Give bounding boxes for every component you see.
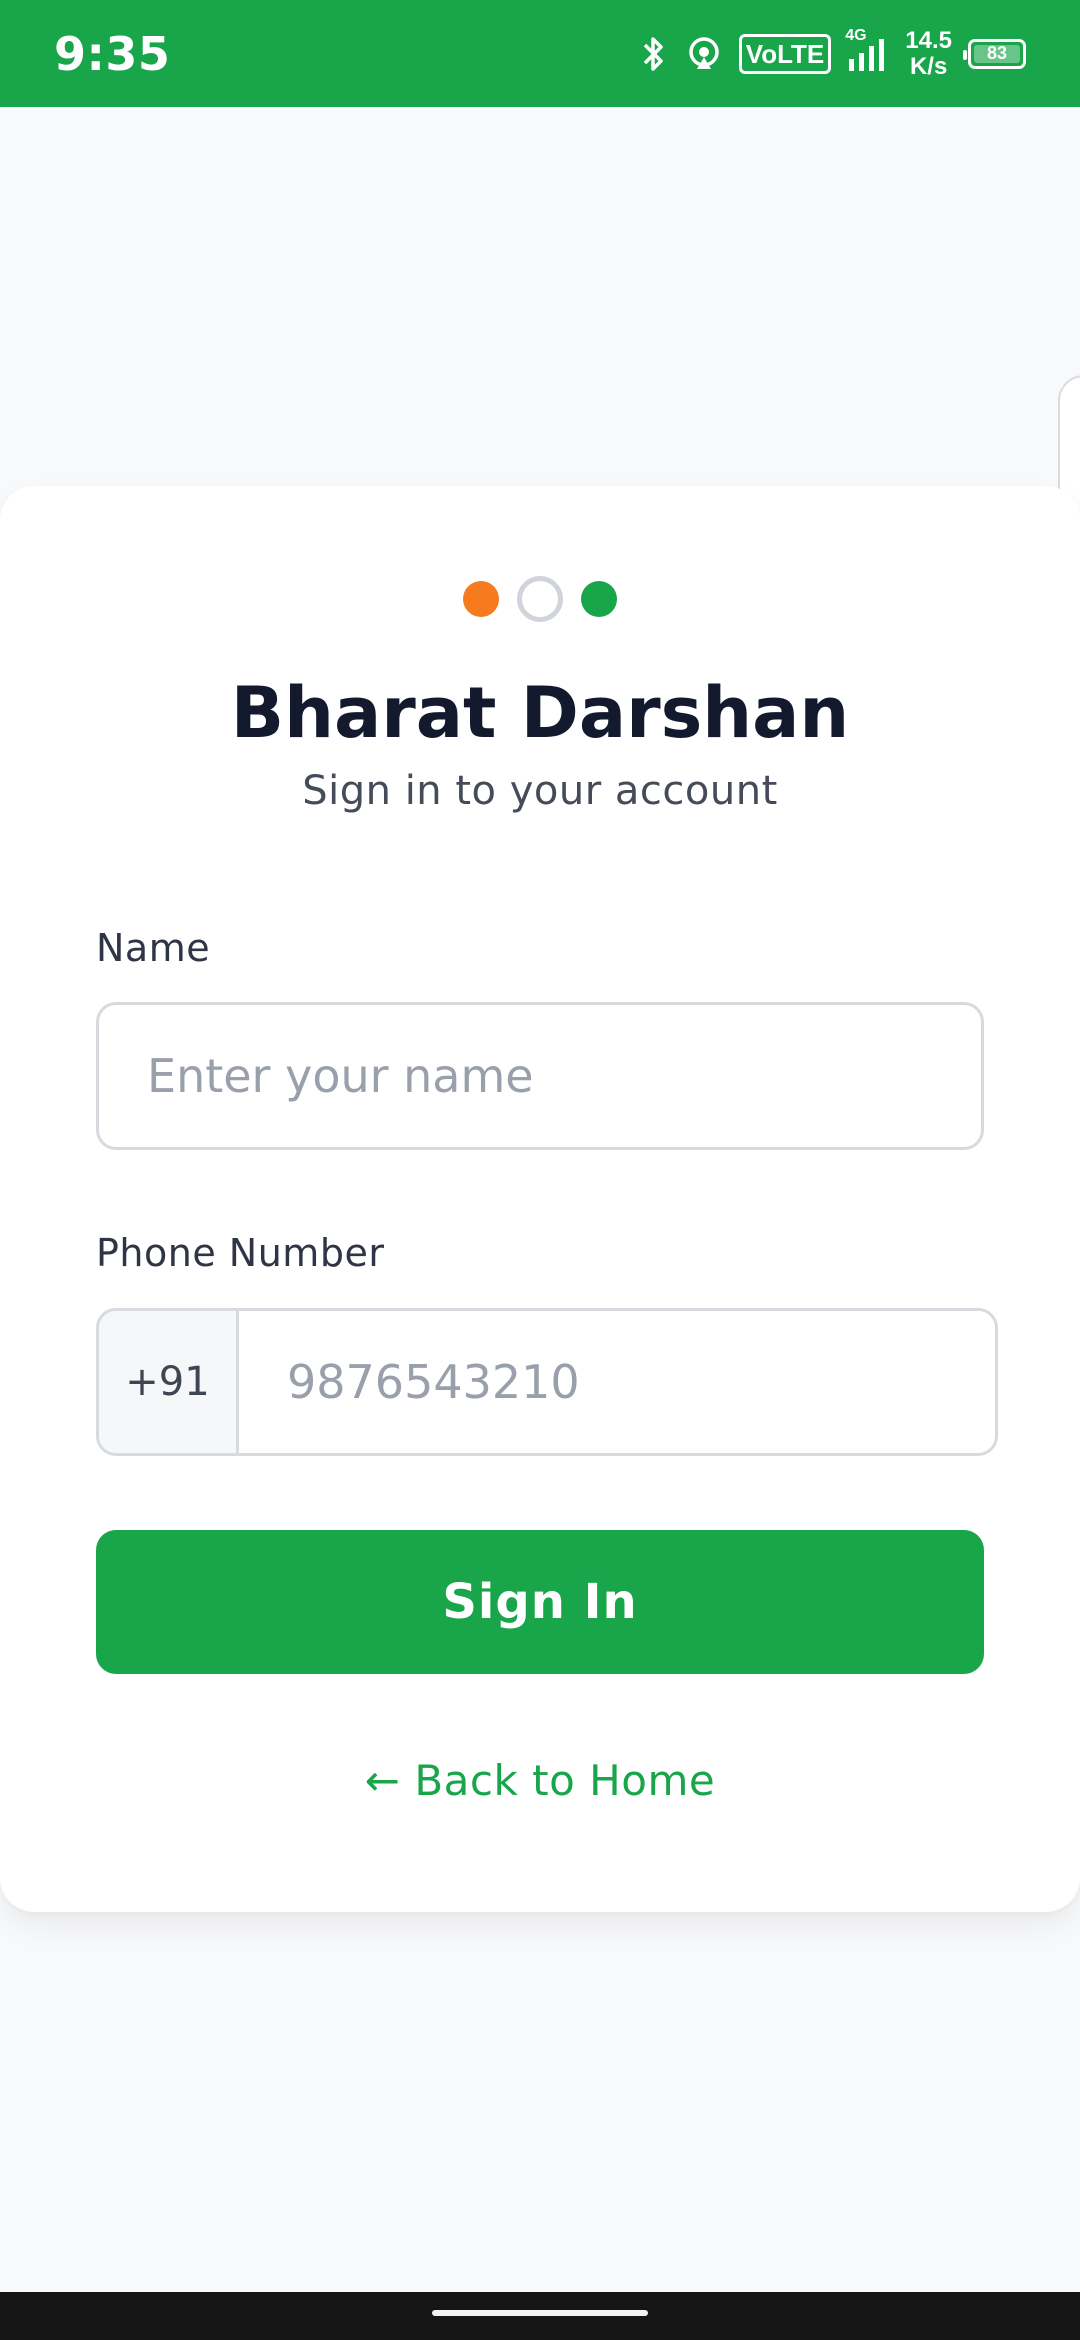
phone-label: Phone Number [96, 1231, 385, 1275]
status-bar: 9:35 VoLTE 4G 14.5 K/s 83 [0, 0, 1080, 107]
hotspot-icon [685, 35, 723, 73]
phone-field-group: +91 [96, 1308, 998, 1456]
country-code: +91 [99, 1311, 239, 1453]
home-indicator[interactable] [432, 2310, 648, 2316]
volte-badge: VoLTE [738, 33, 832, 74]
speed-unit: K/s [909, 52, 948, 80]
app-title: Bharat Darshan [230, 672, 850, 754]
tricolor-dots [0, 576, 1080, 622]
name-label: Name [96, 926, 211, 970]
back-to-home-link[interactable]: ← Back to Home [0, 1756, 1080, 1805]
sign-in-button[interactable]: Sign In [96, 1530, 984, 1674]
battery-level: 83 [986, 43, 1008, 63]
network-speed: 14.5 K/s [905, 26, 952, 80]
battery-icon: 83 [963, 38, 1026, 69]
phone-input[interactable] [239, 1311, 995, 1453]
bluetooth-icon [639, 35, 669, 73]
status-time: 9:35 [54, 26, 171, 81]
green-dot [581, 581, 617, 617]
navigation-bar [0, 2292, 1080, 2340]
saffron-dot [463, 581, 499, 617]
signal-icon: 4G [845, 27, 889, 73]
network-type: 4G [845, 26, 867, 44]
name-input[interactable] [96, 1002, 984, 1150]
login-card: Bharat Darshan Sign in to your account N… [0, 486, 1080, 1912]
speed-value: 14.5 [905, 26, 952, 54]
page-subtitle: Sign in to your account [302, 768, 778, 814]
white-dot [517, 576, 563, 622]
status-icons: VoLTE 4G 14.5 K/s 83 [639, 26, 1026, 80]
